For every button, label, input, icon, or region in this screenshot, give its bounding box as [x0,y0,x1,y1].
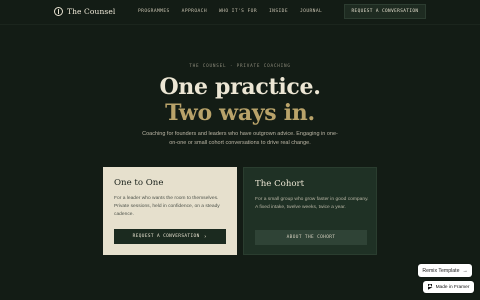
about-cohort-button[interactable]: ABOUT THE COHORT [255,230,367,245]
hero-headline-line-2: Two ways in. [165,100,315,126]
remix-label: Remix Template [422,267,460,274]
hero-eyebrow: THE COUNSEL · PRIVATE COACHING [189,64,291,69]
logo-text: The Counsel [67,7,116,16]
request-conversation-button[interactable]: REQUEST A CONVERSATION › [114,229,226,244]
button-label: REQUEST A CONVERSATION [132,234,200,239]
nav-links: PROGRAMMES APPROACH WHO IT'S FOR INSIDE … [138,9,322,14]
nav-link-programmes[interactable]: PROGRAMMES [138,9,170,14]
card-title: The Cohort [255,179,305,189]
logo-mark-icon [54,7,63,16]
chevron-right-icon: › [203,233,208,240]
nav-link-inside[interactable]: INSIDE [269,9,288,14]
card-the-cohort: The Cohort For a small group who grow fa… [243,167,377,255]
nav-divider [0,24,480,25]
arrow-right-icon: → [462,267,468,274]
framer-logo-icon [427,284,433,290]
nav-link-who-its-for[interactable]: WHO IT'S FOR [219,9,257,14]
remix-template-button[interactable]: Remix Template → [418,264,472,277]
nav-link-approach[interactable]: APPROACH [182,9,207,14]
card-one-to-one: One to One For a leader who wants the ro… [103,167,237,255]
top-nav: The Counsel PROGRAMMES APPROACH WHO IT'S… [0,0,480,24]
card-title: One to One [114,178,164,188]
hero-headline-line-1: One practice. [159,74,321,100]
button-label: ABOUT THE COHORT [286,235,336,240]
nav-request-conversation-button[interactable]: REQUEST A CONVERSATION [344,4,426,19]
card-body: For a small group who grow faster in goo… [255,197,369,210]
nav-link-journal[interactable]: JOURNAL [300,9,322,14]
framer-label: Made in Framer [435,284,470,290]
made-in-framer-badge[interactable]: Made in Framer [423,281,474,293]
hero-lede: Coaching for founders and leaders who ha… [142,131,338,146]
card-body: For a leader who wants the room to thems… [114,196,220,217]
logo[interactable]: The Counsel [54,5,115,18]
